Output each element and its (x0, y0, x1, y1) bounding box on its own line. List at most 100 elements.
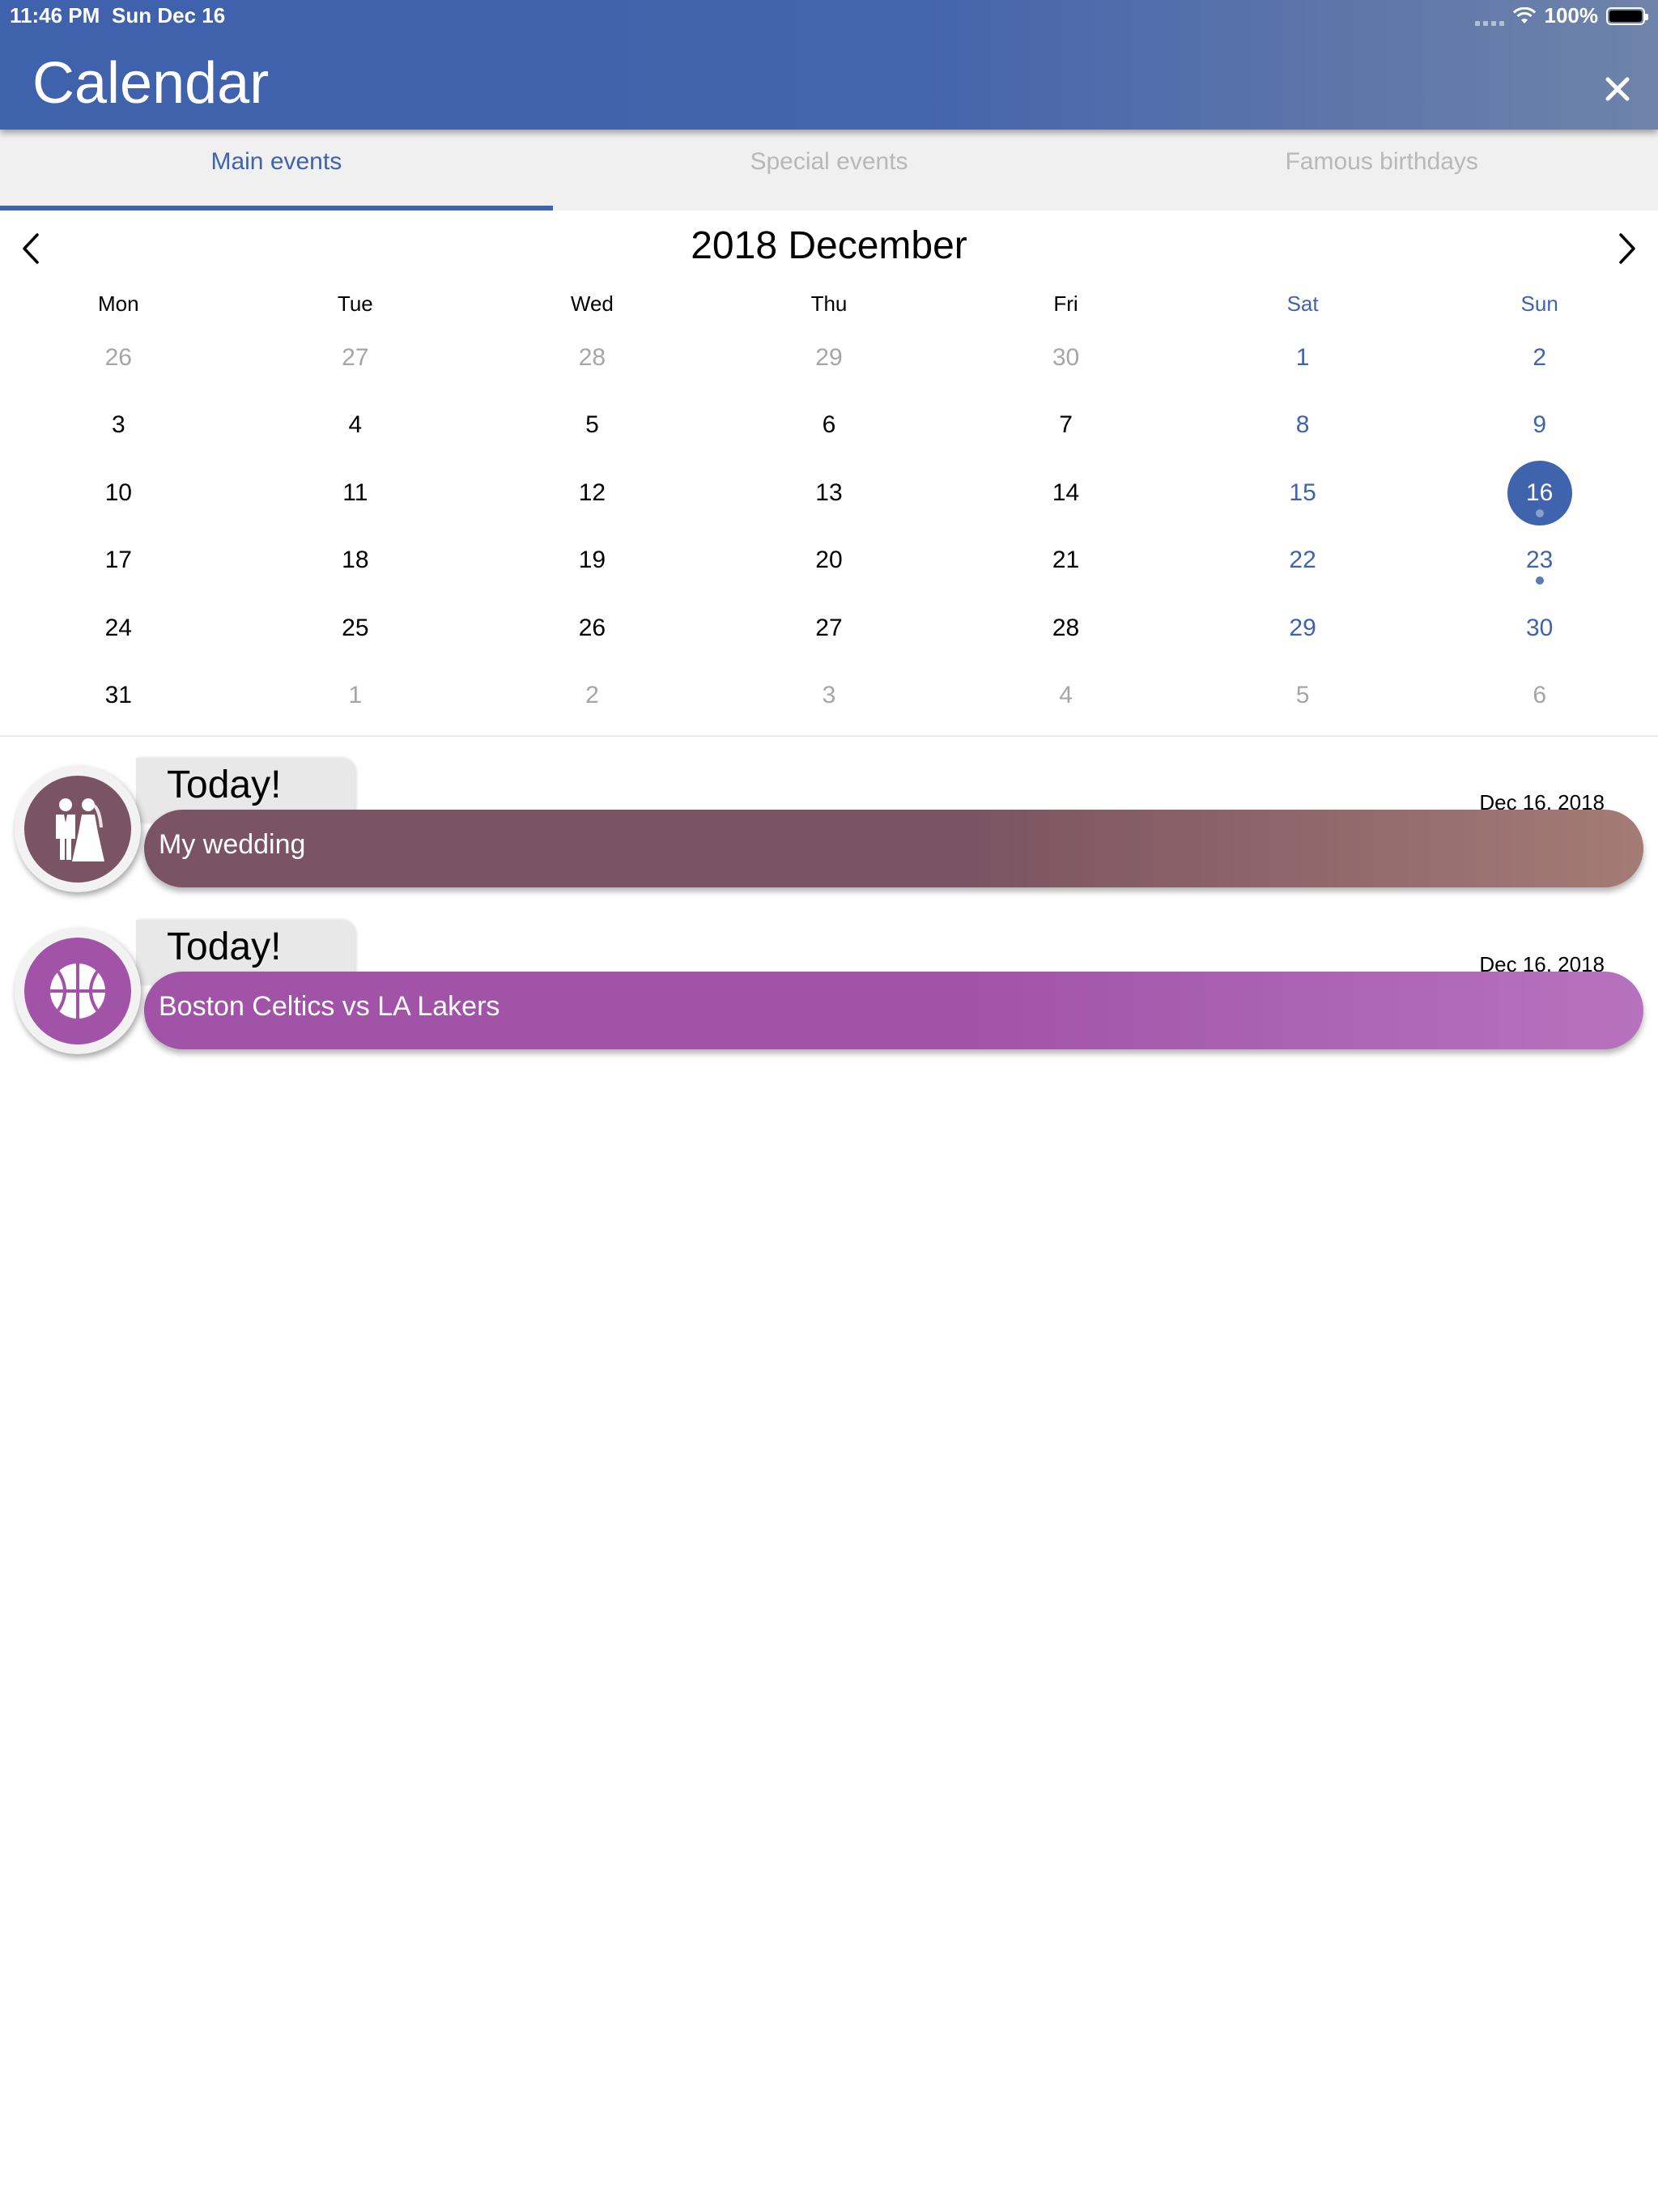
day-number: 29 (1289, 614, 1316, 641)
day-number: 1 (348, 682, 363, 709)
tab-famous-birthdays[interactable]: Famous birthdays (1105, 130, 1658, 211)
cellular-signal-icon (1474, 6, 1504, 26)
day-number: 3 (111, 411, 125, 439)
week-row: 17 18 19 20 21 22 23 (0, 527, 1658, 595)
close-icon[interactable] (1600, 71, 1635, 107)
month-title: 2018 December (691, 224, 967, 267)
battery-level-fill (1609, 10, 1642, 22)
day-number: 5 (1295, 682, 1310, 709)
calendar-day[interactable]: 22 (1184, 527, 1422, 595)
calendar-day[interactable]: 15 (1184, 459, 1422, 527)
event-bar[interactable] (144, 810, 1643, 887)
calendar-day[interactable]: 30 (947, 324, 1184, 392)
calendar-day[interactable]: 30 (1421, 594, 1658, 662)
day-number: 2 (585, 682, 599, 709)
chevron-right-icon[interactable] (1611, 228, 1643, 269)
weekday-label: Sat (1286, 291, 1319, 316)
calendar-day[interactable]: 21 (947, 527, 1184, 595)
calendar-day[interactable]: 10 (0, 459, 237, 527)
day-number: 1 (1295, 343, 1310, 371)
calendar-day[interactable]: 25 (237, 594, 474, 662)
battery-icon (1606, 6, 1648, 25)
tab-label: Main events (210, 148, 342, 175)
calendar-day-selected[interactable]: 16 (1421, 459, 1658, 527)
basketball-icon (24, 938, 131, 1044)
tab-main-events[interactable]: Main events (0, 130, 553, 211)
day-number: 23 (1525, 547, 1554, 574)
calendar-day[interactable]: 2 (1421, 324, 1658, 392)
calendar-day[interactable]: 5 (1184, 662, 1422, 730)
day-number: 13 (815, 479, 843, 506)
day-number: 11 (342, 479, 368, 506)
calendar-day[interactable]: 8 (1184, 392, 1422, 460)
weekday-label: Mon (97, 291, 139, 316)
calendar-day[interactable]: 4 (237, 392, 474, 460)
calendar-day[interactable]: 3 (711, 662, 948, 730)
day-number: 26 (578, 614, 606, 641)
weekday-header: Mon Tue Wed Thu Fri Sat Sun (0, 291, 1658, 327)
day-number: 3 (822, 682, 836, 709)
calendar-day[interactable]: 26 (474, 594, 711, 662)
calendar-day[interactable]: 24 (0, 594, 237, 662)
today-label: Today! (167, 925, 282, 968)
month-navigation: 2018 December (0, 211, 1658, 283)
day-number: 2 (1533, 343, 1546, 371)
day-number: 31 (104, 682, 132, 709)
status-time: 11:46 PM (10, 3, 100, 28)
calendar-day[interactable]: 9 (1421, 392, 1658, 460)
day-number: 12 (578, 479, 606, 506)
calendar-day[interactable]: 27 (237, 324, 474, 392)
divider (0, 735, 1658, 737)
calendar-day[interactable]: 1 (1184, 324, 1422, 392)
calendar-day[interactable]: 20 (711, 527, 948, 595)
day-number: 25 (342, 614, 369, 641)
calendar-day[interactable]: 14 (947, 459, 1184, 527)
day-number: 6 (822, 411, 836, 439)
week-row: 3 4 5 6 7 8 9 (0, 392, 1658, 460)
calendar-day[interactable]: 6 (711, 392, 948, 460)
calendar-day[interactable]: 4 (947, 662, 1184, 730)
calendar-day[interactable]: 29 (711, 324, 948, 392)
calendar-day[interactable]: 23 (1421, 527, 1658, 595)
calendar-day[interactable]: 6 (1421, 662, 1658, 730)
calendar-day[interactable]: 19 (474, 527, 711, 595)
event-icon-ring (15, 928, 141, 1054)
event-card[interactable]: Today! Dec 16, 2018 My wedding (15, 758, 1643, 892)
event-title: Boston Celtics vs LA Lakers (159, 991, 500, 1022)
day-number: 8 (1295, 411, 1310, 439)
day-number: 14 (1052, 479, 1080, 506)
status-bar: 11:46 PM Sun Dec 16 100% (0, 0, 1658, 32)
page-title: Calendar (32, 51, 270, 116)
calendar-day[interactable]: 13 (711, 459, 948, 527)
day-number: 16 (1525, 479, 1554, 506)
day-number: 22 (1289, 547, 1316, 574)
calendar-day[interactable]: 3 (0, 392, 237, 460)
tab-label: Special events (750, 148, 908, 175)
weekday-label: Thu (810, 291, 848, 316)
wedding-couple-icon (24, 776, 131, 883)
week-row: 10 11 12 13 14 15 16 (0, 459, 1658, 527)
calendar-day[interactable]: 26 (0, 324, 237, 392)
calendar-day[interactable]: 29 (1184, 594, 1422, 662)
weekday-label: Fri (1053, 291, 1078, 316)
calendar-day[interactable]: 28 (947, 594, 1184, 662)
calendar-day[interactable]: 17 (0, 527, 237, 595)
tab-special-events[interactable]: Special events (553, 130, 1106, 211)
calendar-day[interactable]: 18 (237, 527, 474, 595)
calendar-day[interactable]: 2 (474, 662, 711, 730)
calendar-day[interactable]: 1 (237, 662, 474, 730)
calendar-day[interactable]: 27 (711, 594, 948, 662)
day-number: 9 (1533, 411, 1546, 439)
calendar-day[interactable]: 7 (947, 392, 1184, 460)
calendar-day[interactable]: 12 (474, 459, 711, 527)
calendar-day[interactable]: 11 (237, 459, 474, 527)
day-number: 19 (578, 547, 606, 574)
day-number: 4 (348, 411, 363, 439)
calendar-day[interactable]: 5 (474, 392, 711, 460)
event-card[interactable]: Today! Dec 16, 2018 Boston Celtics vs LA… (15, 920, 1643, 1054)
status-date: Sun Dec 16 (112, 3, 226, 28)
calendar-day[interactable]: 31 (0, 662, 237, 730)
calendar-day[interactable]: 28 (474, 324, 711, 392)
day-number: 26 (104, 343, 132, 371)
day-number: 5 (585, 411, 599, 439)
